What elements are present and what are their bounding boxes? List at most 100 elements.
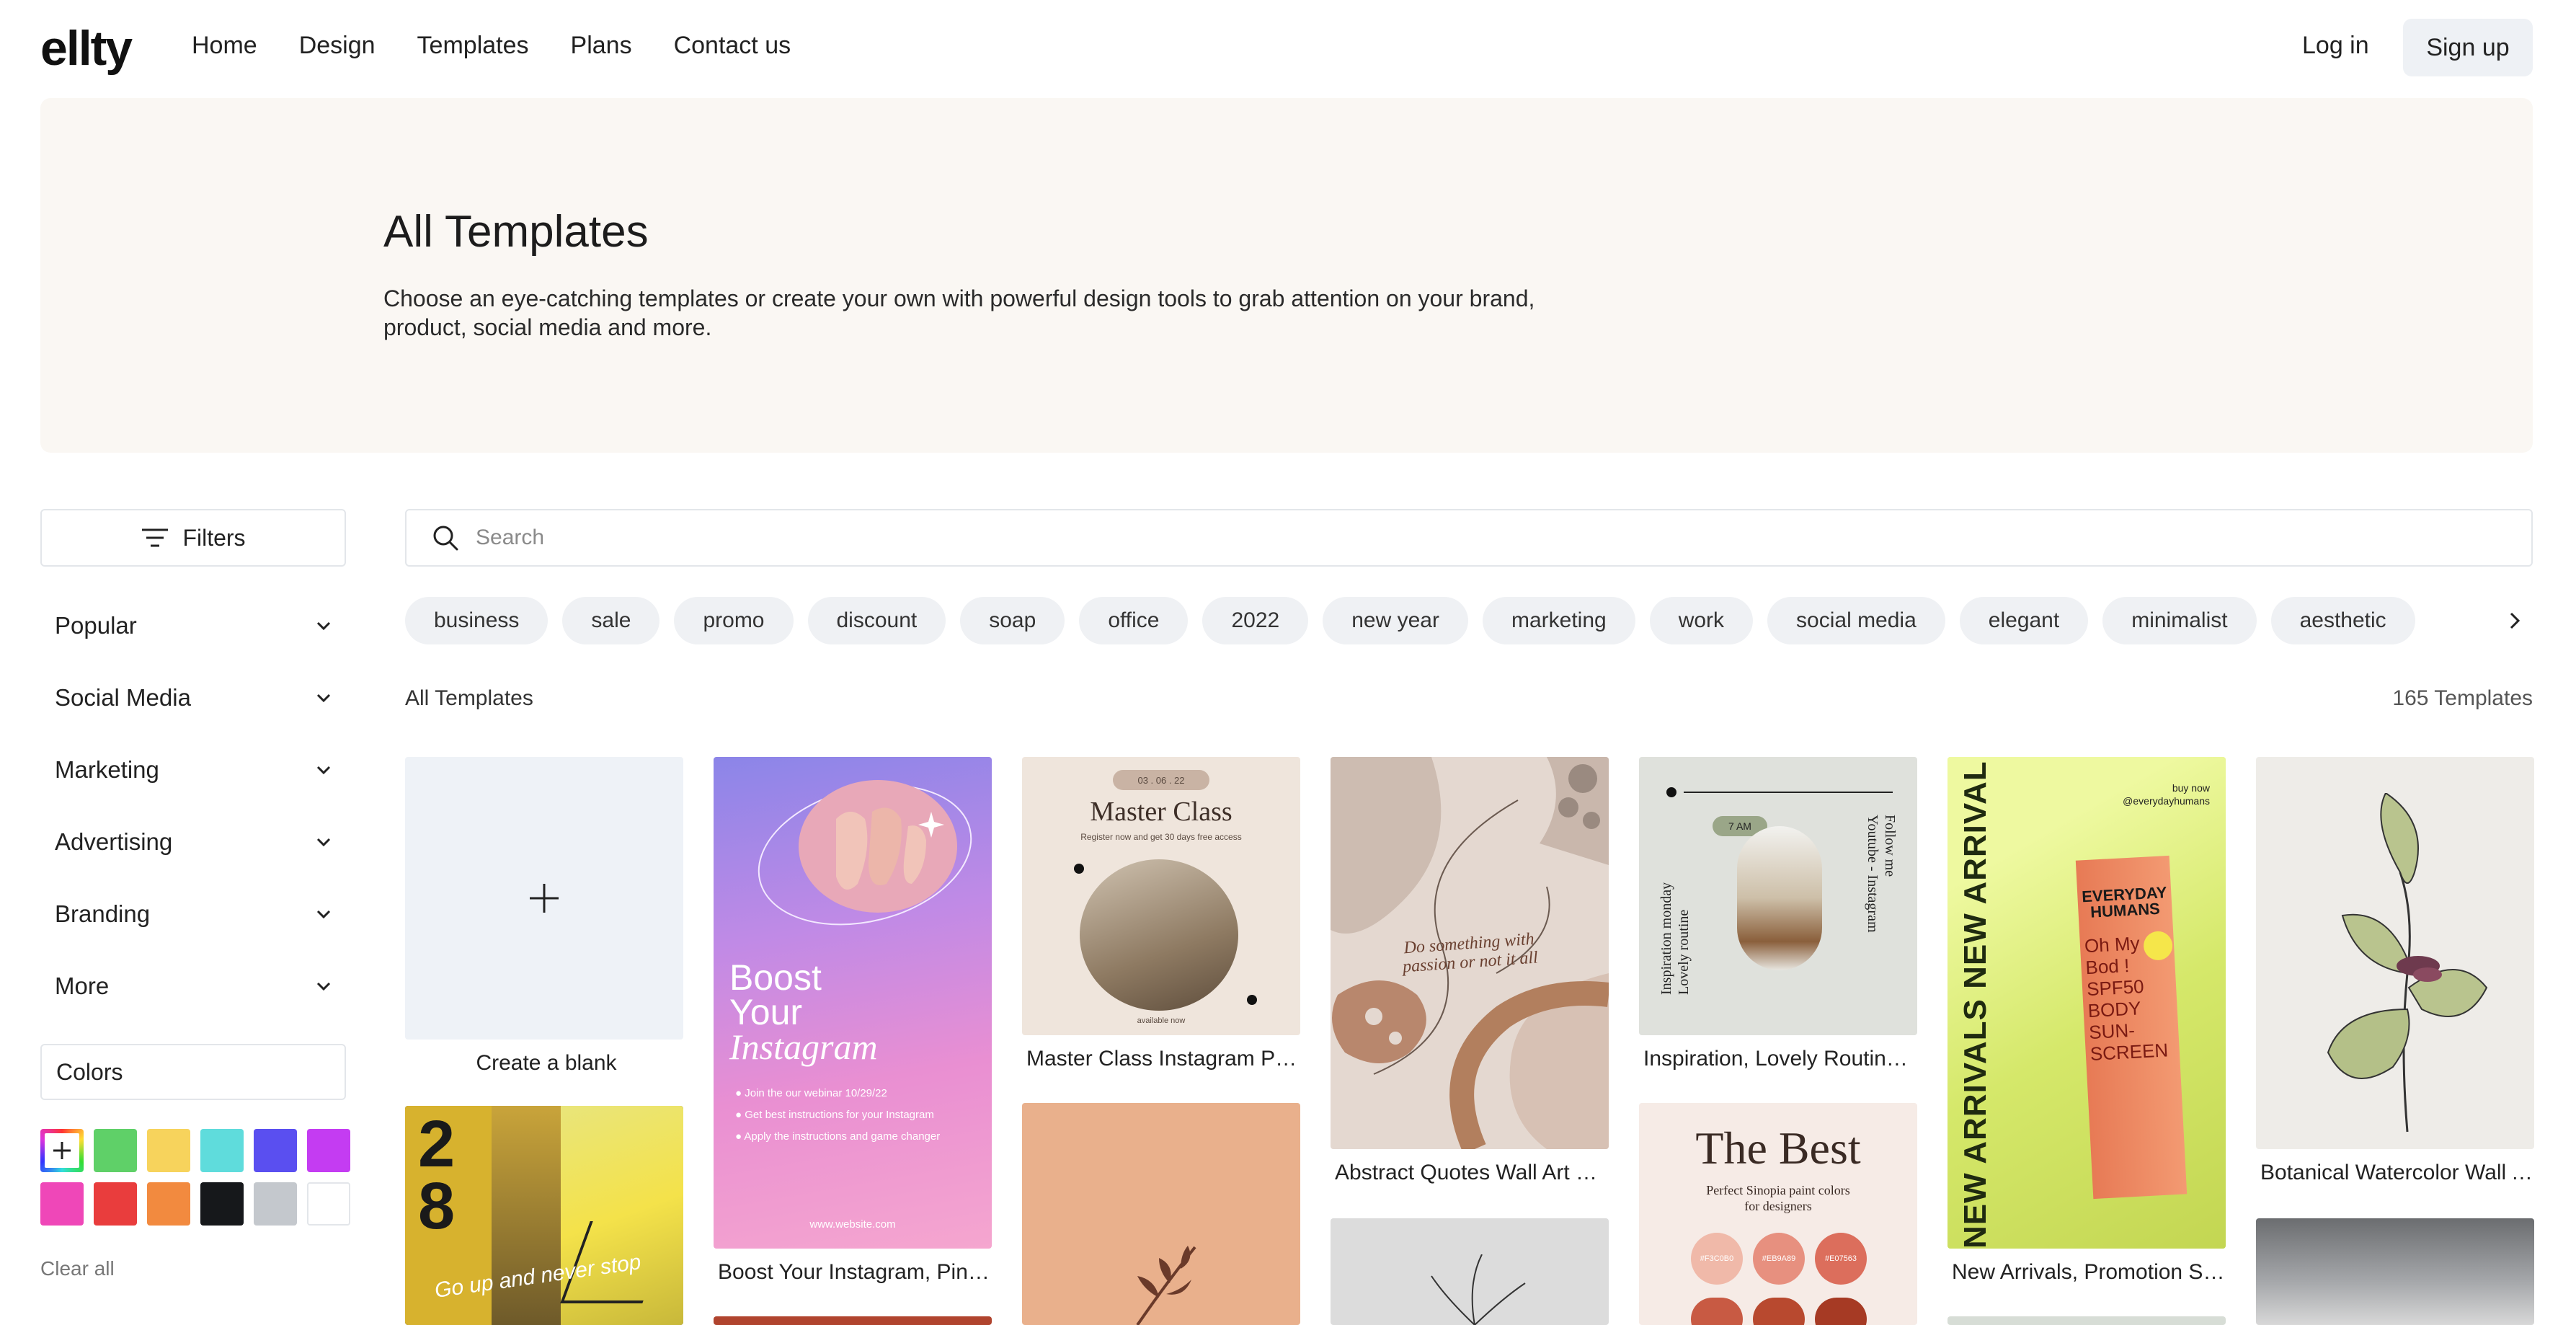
swatch-blue[interactable]	[254, 1129, 297, 1172]
product-box: EVERYDAY HUMANS Oh My Bod ! SPF50 BODY S…	[2075, 855, 2188, 1200]
gray-photo-thumb[interactable]	[2256, 1218, 2534, 1325]
chevron-down-icon	[316, 693, 331, 703]
boost-bullet-text: Get best instructions for your Instagram	[745, 1109, 934, 1121]
arrivals-handle: @everydayhumans	[2123, 795, 2210, 807]
category-advertising[interactable]: Advertising	[40, 820, 346, 864]
boost-bullet-text: Join the our webinar 10/29/22	[745, 1087, 887, 1099]
blank-thumb[interactable]	[405, 757, 683, 1040]
swatch-black[interactable]	[200, 1182, 244, 1226]
inspiration-left-line: Inspiration monday	[1658, 882, 1674, 995]
master-sub: Register now and get 30 days free access	[1080, 832, 1242, 842]
tag-chip[interactable]: elegant	[1959, 597, 2089, 644]
tag-chip[interactable]: business	[405, 597, 548, 644]
boost-heading-line: Instagram	[729, 1027, 878, 1067]
category-social-media[interactable]: Social Media	[40, 676, 346, 719]
category-label: Popular	[55, 612, 137, 639]
tag-chip[interactable]: discount	[807, 597, 946, 644]
inspiration-right-line: Youtube - Instagram	[1865, 815, 1880, 933]
lineart-thumb[interactable]	[1331, 1218, 1609, 1325]
inspiration-thumb[interactable]: 7 AM Inspiration monday Lovely routine F…	[1639, 757, 1917, 1035]
yellow-thumb[interactable]: 28 Go up and never stop	[405, 1106, 683, 1325]
tag-chip[interactable]: promo	[674, 597, 794, 644]
boost-thumb[interactable]: Boost Your Instagram ● Join the our webi…	[714, 757, 992, 1249]
tag-chip[interactable]: office	[1079, 597, 1189, 644]
tag-chip[interactable]: soap	[960, 597, 1065, 644]
login-link[interactable]: Log in	[2302, 32, 2369, 60]
swatch-green[interactable]	[94, 1129, 137, 1172]
color-swatches	[40, 1129, 350, 1226]
card-caption: Abstract Quotes Wall Art Poster	[1335, 1161, 1609, 1184]
color-chip: #EB9A89	[1753, 1233, 1805, 1285]
nav-design[interactable]: Design	[299, 32, 376, 60]
category-label: Social Media	[55, 684, 191, 711]
filters-button[interactable]: Filters	[40, 509, 346, 567]
category-marketing[interactable]: Marketing	[40, 748, 346, 792]
search-bar	[405, 509, 2533, 567]
nav-plans[interactable]: Plans	[571, 32, 632, 60]
category-popular[interactable]: Popular	[40, 604, 346, 647]
chevron-down-icon	[316, 910, 331, 919]
arrivals-vertical-text-wrap: NEW ARRIVALS NEW ARRIVAL	[1958, 757, 1998, 1249]
nav-home[interactable]: Home	[192, 32, 257, 60]
swatch-yellow[interactable]	[147, 1129, 190, 1172]
abstract-thumb[interactable]: Do something with passion or not it all	[1331, 757, 1609, 1149]
tag-chip[interactable]: sale	[562, 597, 660, 644]
search-input[interactable]	[474, 525, 2423, 551]
main-nav: Home Design Templates Plans Contact us	[192, 32, 791, 60]
tag-chip[interactable]: 2022	[1202, 597, 1309, 644]
arrivals-thumb[interactable]: NEW ARRIVALS NEW ARRIVAL buy now @everyd…	[1947, 757, 2226, 1249]
partial-thumb-2[interactable]	[1947, 1316, 2226, 1325]
plant-line-icon	[1431, 1254, 1526, 1325]
category-branding[interactable]: Branding	[40, 892, 346, 936]
clear-all-link[interactable]: Clear all	[40, 1257, 115, 1280]
master-avail: available now	[1137, 1016, 1186, 1025]
tag-chip[interactable]: work	[1649, 597, 1754, 644]
nav-contact[interactable]: Contact us	[674, 32, 791, 60]
the-best-thumb[interactable]: The Best Perfect Sinopia paint colors fo…	[1639, 1103, 1917, 1325]
swatch-orange[interactable]	[147, 1182, 190, 1226]
botanical-thumb[interactable]	[2256, 757, 2534, 1149]
botanical-plant-icon	[2327, 793, 2488, 1133]
page-title: All Templates	[383, 207, 649, 257]
leaf-peach-thumb[interactable]	[1022, 1103, 1300, 1325]
category-label: Advertising	[55, 828, 173, 855]
section-title: All Templates	[405, 686, 533, 710]
category-more[interactable]: More	[40, 965, 346, 1008]
custom-color-swatch[interactable]	[40, 1129, 84, 1172]
arrivals-vertical-text: NEW ARRIVALS NEW ARRIVAL	[1958, 761, 1993, 1249]
boost-bullet: ● Apply the instructions and game change…	[735, 1130, 941, 1143]
the-best-sub: Perfect Sinopia paint colors for designe…	[1639, 1182, 1917, 1214]
swatch-red[interactable]	[94, 1182, 137, 1226]
swatch-pink[interactable]	[40, 1182, 84, 1226]
top-navbar: ellty Home Design Templates Plans Contac…	[0, 0, 2576, 98]
nav-templates[interactable]: Templates	[417, 32, 529, 60]
tag-chip[interactable]: new year	[1323, 597, 1468, 644]
hero-banner: All Templates Choose an eye-catching tem…	[40, 98, 2533, 453]
boost-heading: Boost Your Instagram	[729, 957, 878, 1067]
partial-thumb[interactable]	[714, 1316, 992, 1325]
ellty-logo[interactable]: ellty	[40, 20, 133, 76]
tag-chip[interactable]: social media	[1767, 597, 1945, 644]
boost-heading-line: Boost	[729, 957, 822, 998]
tags-scroll-right-button[interactable]	[2491, 597, 2539, 644]
tag-chip[interactable]: marketing	[1482, 597, 1635, 644]
the-best-sub-line: Perfect Sinopia paint colors	[1706, 1183, 1850, 1197]
boost-bullet: ● Join the our webinar 10/29/22	[735, 1087, 887, 1099]
signup-button[interactable]: Sign up	[2403, 19, 2533, 76]
search-icon	[433, 526, 458, 551]
boost-heading-line: Your	[729, 992, 803, 1032]
swatch-purple[interactable]	[307, 1129, 350, 1172]
swatch-white[interactable]	[307, 1182, 350, 1226]
swatch-cyan[interactable]	[200, 1129, 244, 1172]
swatch-gray[interactable]	[254, 1182, 297, 1226]
boost-site: www.website.com	[809, 1218, 896, 1231]
page-description: Choose an eye-catching templates or crea…	[383, 285, 1535, 340]
card-caption: Create a blank	[476, 1051, 617, 1075]
master-thumb[interactable]: 03 . 06 . 22 Master Class Register now a…	[1022, 757, 1300, 1035]
tag-chip[interactable]: aesthetic	[2270, 597, 2415, 644]
product-line: SCREEN	[2089, 1039, 2169, 1065]
tag-chips-row: business sale promo discount soap office…	[405, 597, 2533, 644]
arrivals-buy-text: buy now	[2172, 782, 2210, 794]
chevron-down-icon	[316, 766, 331, 775]
tag-chip[interactable]: minimalist	[2102, 597, 2257, 644]
